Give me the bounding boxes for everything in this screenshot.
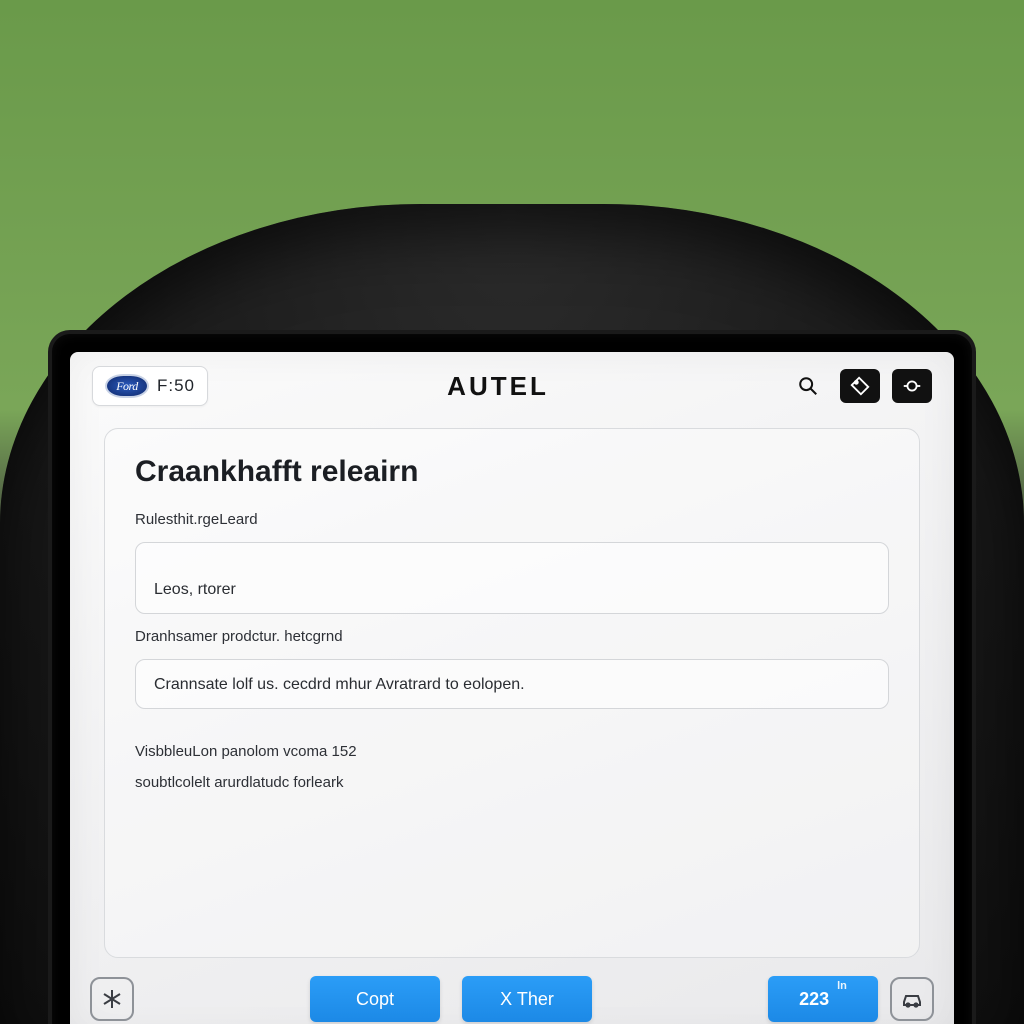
- search-icon: [797, 375, 819, 397]
- brand-title: AUTEL: [222, 371, 774, 402]
- dashboard-bezel: Ford F:50 AUTEL: [0, 204, 1024, 1024]
- footer-bar: Copt X Ther 223 ln: [70, 962, 954, 1024]
- xther-button[interactable]: X Ther: [462, 976, 592, 1022]
- content-area: Craankhafft releairn Rulesthit.rgeLeard …: [70, 420, 954, 962]
- list-item-label: Leos, rtorer: [154, 581, 236, 599]
- copy-button-label: Copt: [356, 989, 394, 1010]
- list-item[interactable]: Crannsate lolf us. cecdrd mhur Avratrard…: [135, 659, 889, 709]
- header-actions: [788, 369, 932, 403]
- panel-hint-1: Rulesthit.rgeLeard: [135, 511, 889, 528]
- search-button[interactable]: [788, 369, 828, 403]
- app-screen: Ford F:50 AUTEL: [70, 352, 954, 1024]
- info-line-1: VisbbleuLon panolom vcoma 152: [135, 743, 889, 760]
- footer-right-button[interactable]: [890, 977, 934, 1021]
- ford-logo-text: Ford: [116, 379, 138, 394]
- footer-left-button[interactable]: [90, 977, 134, 1021]
- value-badge[interactable]: 223 ln: [768, 976, 878, 1022]
- list-item-label: Crannsate lolf us. cecdrd mhur Avratrard…: [154, 676, 525, 694]
- header-bar: Ford F:50 AUTEL: [70, 352, 954, 420]
- tablet-device: Ford F:50 AUTEL: [52, 334, 972, 1024]
- xther-button-label: X Ther: [500, 989, 554, 1010]
- tag-button[interactable]: [840, 369, 880, 403]
- wrench-icon: [901, 375, 923, 397]
- tag-icon: [849, 375, 871, 397]
- tools-button[interactable]: [892, 369, 932, 403]
- relearn-panel: Craankhafft releairn Rulesthit.rgeLeard …: [104, 428, 920, 958]
- panel-title: Craankhafft releairn: [135, 455, 889, 489]
- ford-logo-icon: Ford: [105, 374, 149, 398]
- asterisk-icon: [100, 987, 124, 1011]
- info-line-2: soubtlcolelt arurdlatudc forleark: [135, 774, 889, 791]
- value-badge-number: 223: [799, 989, 829, 1010]
- panel-subhint: Dranhsamer prodctur. hetcgrnd: [135, 628, 889, 645]
- vehicle-model-label: F:50: [157, 376, 195, 396]
- list-item[interactable]: Leos, rtorer: [135, 542, 889, 614]
- value-badge-unit: ln: [837, 980, 847, 992]
- copy-button[interactable]: Copt: [310, 976, 440, 1022]
- car-icon: [900, 987, 924, 1011]
- vehicle-chip[interactable]: Ford F:50: [92, 366, 208, 406]
